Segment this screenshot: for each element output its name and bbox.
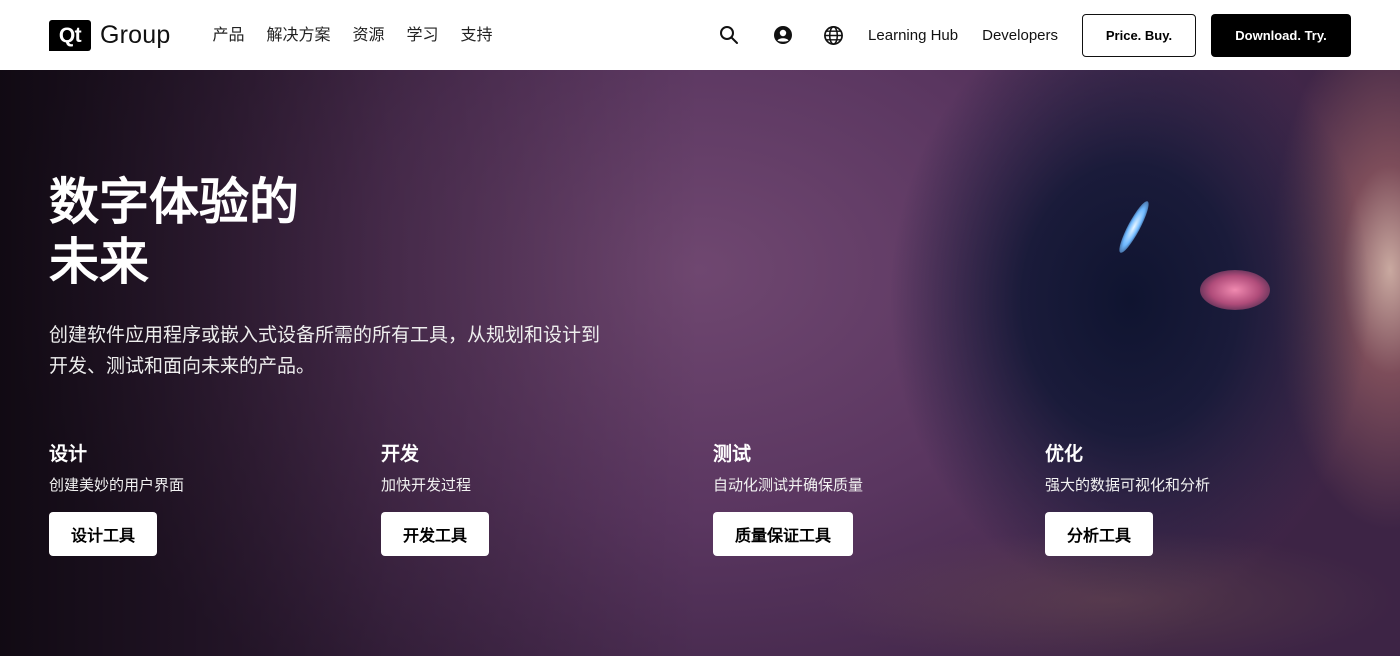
nav-item-resources[interactable]: 资源	[353, 25, 385, 45]
download-try-button[interactable]: Download. Try.	[1211, 13, 1351, 57]
pillar-design: 设计 创建美妙的用户界面 设计工具	[49, 440, 369, 556]
design-tools-button[interactable]: 设计工具	[49, 512, 158, 556]
pillar-optimize: 优化 强大的数据可视化和分析 分析工具	[1045, 440, 1365, 556]
globe-icon[interactable]	[822, 24, 844, 46]
pillar-description: 加快开发过程	[381, 476, 472, 494]
main-nav: 产品 解决方案 资源 学习 支持	[212, 25, 514, 45]
pillar-description: 自动化测试并确保质量	[713, 476, 864, 494]
nav-item-learn[interactable]: 学习	[407, 25, 439, 45]
logo-wordmark: Group	[100, 20, 171, 49]
develop-tools-button[interactable]: 开发工具	[381, 512, 490, 556]
price-buy-button[interactable]: Price. Buy.	[1082, 13, 1196, 57]
nav-item-support[interactable]: 支持	[461, 25, 493, 45]
hero-subtitle-line1: 创建软件应用程序或嵌入式设备所需的所有工具，从规划和设计到	[49, 324, 601, 346]
pillar-title: 测试	[713, 443, 752, 465]
learning-hub-link[interactable]: Learning Hub	[868, 27, 958, 44]
hero-title: 数字体验的 未来	[49, 172, 569, 292]
hero-title-line2: 未来	[49, 233, 149, 291]
qt-group-logo[interactable]: Qt Group	[49, 19, 170, 51]
pillar-title: 开发	[381, 443, 420, 465]
hero-title-line1: 数字体验的	[49, 173, 299, 231]
nav-item-solutions[interactable]: 解决方案	[267, 25, 331, 45]
hero-subtitle: 创建软件应用程序或嵌入式设备所需的所有工具，从规划和设计到 开发、测试和面向未来…	[49, 320, 649, 382]
analytics-tools-button[interactable]: 分析工具	[1045, 512, 1154, 556]
qa-tools-button[interactable]: 质量保证工具	[713, 512, 854, 556]
developers-link[interactable]: Developers	[982, 27, 1058, 44]
pillar-title: 设计	[49, 443, 88, 465]
hero-banner: 数字体验的 未来 创建软件应用程序或嵌入式设备所需的所有工具，从规划和设计到 开…	[0, 70, 1400, 656]
hero-subtitle-line2: 开发、测试和面向未来的产品。	[49, 355, 316, 377]
pillar-description: 创建美妙的用户界面	[49, 476, 185, 494]
pillar-test: 测试 自动化测试并确保质量 质量保证工具	[713, 440, 1033, 556]
pillar-description: 强大的数据可视化和分析	[1045, 476, 1211, 494]
user-icon[interactable]	[772, 24, 794, 46]
pillar-develop: 开发 加快开发过程 开发工具	[381, 440, 701, 556]
nav-item-products[interactable]: 产品	[212, 25, 244, 45]
search-icon[interactable]	[718, 24, 740, 46]
pillar-title: 优化	[1045, 443, 1084, 465]
site-header: Qt Group 产品 解决方案 资源 学习 支持 Learning Hub D…	[0, 0, 1400, 70]
qt-logo-mark: Qt	[49, 19, 91, 51]
